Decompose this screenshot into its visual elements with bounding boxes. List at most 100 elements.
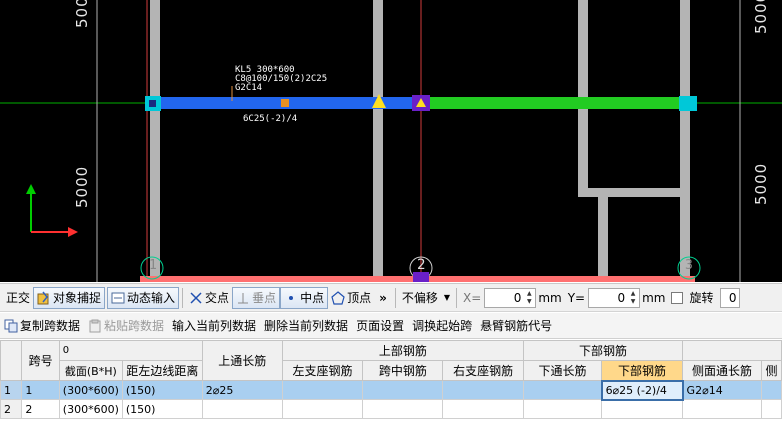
dimension-right-top: 5000: [752, 0, 770, 34]
delete-current-label: 删除当前列数据: [264, 319, 349, 333]
cell-top-through[interactable]: 2⌀25: [201, 380, 283, 400]
header-side-through[interactable]: 侧面通长筋: [682, 360, 762, 381]
cad-drawing-svg[interactable]: [0, 0, 782, 282]
rotate-label: 旋转: [689, 291, 714, 305]
cantilever-code-button[interactable]: 悬臂钢筋代号: [476, 315, 556, 337]
cell-bottom-through[interactable]: [523, 399, 603, 419]
header-section[interactable]: 截面(B*H): [58, 360, 123, 381]
support-marker-1-core: [149, 100, 156, 107]
rotate-input[interactable]: 0: [719, 287, 740, 308]
rotate-group: 旋转 0: [687, 287, 743, 309]
column-wall-1: [150, 0, 160, 282]
paste-span-label: 粘贴跨数据: [104, 319, 165, 333]
header-mid-span[interactable]: 跨中钢筋: [362, 360, 444, 381]
perpendicular-snap-button[interactable]: 垂点: [232, 286, 281, 309]
cell-mid-span[interactable]: [362, 399, 444, 419]
cell-side-through[interactable]: G2⌀14: [682, 380, 762, 400]
header-section-group: 0: [58, 340, 203, 361]
beam-kl5-span2[interactable]: [422, 97, 688, 109]
swap-start-label: 调换起始跨: [412, 319, 473, 333]
ortho-toggle[interactable]: 正交: [0, 287, 33, 309]
header-row-top: 跨号 0 上通长筋 上部钢筋 下部钢筋: [0, 340, 782, 381]
axis-bubble-2-marker: [413, 272, 429, 282]
intersection-snap-button[interactable]: 交点: [186, 287, 232, 309]
y-offset-input[interactable]: 0 ▲ ▼: [588, 287, 641, 308]
object-snap-toggle[interactable]: 对象捕捉: [33, 286, 106, 309]
y-spinner-icon[interactable]: ▲ ▼: [628, 290, 638, 306]
cell-right-support[interactable]: [442, 380, 525, 400]
header-bottom-rebar: 下部钢筋: [523, 340, 684, 361]
dimension-right-bottom: 5000: [752, 162, 770, 205]
midspan-marker: [281, 99, 289, 107]
more-snaps-button[interactable]: »: [374, 287, 392, 309]
midpoint-label: 中点: [300, 291, 325, 305]
span-data-grid[interactable]: 跨号 0 上通长筋 上部钢筋 下部钢筋 截面(B*H) 距左边线距离 左支座钢筋…: [0, 340, 782, 437]
cell-more[interactable]: [761, 380, 782, 400]
header-span-no[interactable]: 跨号: [21, 340, 60, 381]
header-row-sub: 截面(B*H) 距左边线距离 左支座钢筋 跨中钢筋 右支座钢筋 下通长筋 下部钢…: [1, 360, 782, 381]
swap-start-span-button[interactable]: 调换起始跨: [408, 315, 476, 337]
row-number[interactable]: 1: [0, 380, 23, 400]
row-number[interactable]: 2: [0, 399, 23, 419]
cell-bottom-rebar[interactable]: [601, 399, 684, 419]
header-right-support[interactable]: 右支座钢筋: [442, 360, 525, 381]
cell-bottom-through[interactable]: [523, 380, 603, 400]
column-wall-2: [373, 0, 383, 282]
y-label: Y=: [567, 290, 586, 305]
offset-mode-dropdown[interactable]: 不偏移 ▼: [399, 287, 453, 309]
cad-drawing-canvas[interactable]: 5000 5000 5000 5000 KL5 300*600 C8@100/1…: [0, 0, 782, 282]
input-current-column-button[interactable]: 输入当前列数据: [168, 315, 260, 337]
separator: [456, 287, 458, 308]
wall-segment-c: [598, 197, 608, 282]
x-offset-group: X= 0 ▲ ▼ mm: [460, 287, 565, 309]
cell-side-through[interactable]: [682, 399, 762, 419]
table-row[interactable]: 1 1 (300*600) (150) 2⌀25 6⌀25 (-2)/4 G2⌀…: [0, 379, 782, 401]
beam-label-line3: G2C14: [235, 83, 263, 93]
midpoint-snap-button[interactable]: 中点: [280, 286, 329, 309]
cell-span[interactable]: 2: [21, 399, 60, 419]
table-row[interactable]: 2 2 (300*600) (150): [0, 399, 782, 419]
x-spinner-icon[interactable]: ▲ ▼: [524, 290, 534, 306]
support-marker-3: [679, 96, 697, 111]
x-offset-input[interactable]: 0 ▲ ▼: [484, 287, 537, 308]
snap-toolbar: 正交 对象捕捉 动态输入 交点 垂点 中点 顶点 » 不偏移 ▼ X= 0 ▲ …: [0, 283, 782, 312]
cell-top-through[interactable]: [201, 399, 283, 419]
rotate-value: 0: [728, 290, 737, 305]
object-snap-label: 对象捕捉: [53, 291, 102, 305]
copy-span-label: 复制跨数据: [20, 319, 81, 333]
cell-section[interactable]: (300*600): [58, 380, 123, 400]
header-edge-distance[interactable]: 距左边线距离: [121, 360, 203, 381]
header-bottom-rebar-col[interactable]: 下部钢筋: [601, 360, 684, 381]
cell-bottom-rebar[interactable]: 6⌀25 (-2)/4: [600, 379, 684, 401]
cell-edge-distance[interactable]: (150): [121, 399, 203, 419]
rotate-checkbox[interactable]: [670, 291, 683, 304]
cell-right-support[interactable]: [442, 399, 525, 419]
paste-icon: [88, 319, 102, 333]
delete-current-column-button[interactable]: 删除当前列数据: [260, 315, 352, 337]
cell-left-support[interactable]: [281, 399, 364, 419]
dropdown-arrow-icon: ▼: [443, 293, 451, 302]
separator: [182, 287, 184, 308]
header-top-through[interactable]: 上通长筋: [201, 340, 283, 381]
perpendicular-icon: [236, 291, 250, 305]
cell-more[interactable]: [761, 399, 782, 419]
page-settings-button[interactable]: 页面设置: [352, 315, 408, 337]
header-more[interactable]: 侧: [761, 360, 782, 381]
copy-span-button[interactable]: 复制跨数据: [0, 315, 84, 337]
header-spare: [682, 340, 782, 361]
cell-mid-span[interactable]: [362, 380, 444, 400]
dynamic-input-toggle[interactable]: 动态输入: [107, 286, 180, 309]
header-left-support[interactable]: 左支座钢筋: [281, 360, 364, 381]
paste-span-button[interactable]: 粘贴跨数据: [84, 315, 168, 337]
cell-edge-distance[interactable]: (150): [121, 380, 203, 400]
cell-section[interactable]: (300*600): [58, 399, 123, 419]
dimension-left-top: 5000: [73, 0, 91, 28]
intersection-label: 交点: [205, 291, 230, 305]
cell-left-support[interactable]: [281, 380, 364, 400]
cell-span[interactable]: 1: [21, 380, 60, 400]
ucs-x-arrow: [68, 227, 78, 237]
vertex-snap-button[interactable]: 顶点: [328, 287, 374, 309]
axis-number-3: 3: [685, 258, 693, 273]
header-bottom-through[interactable]: 下通长筋: [523, 360, 603, 381]
dynamic-input-icon: [111, 291, 125, 305]
